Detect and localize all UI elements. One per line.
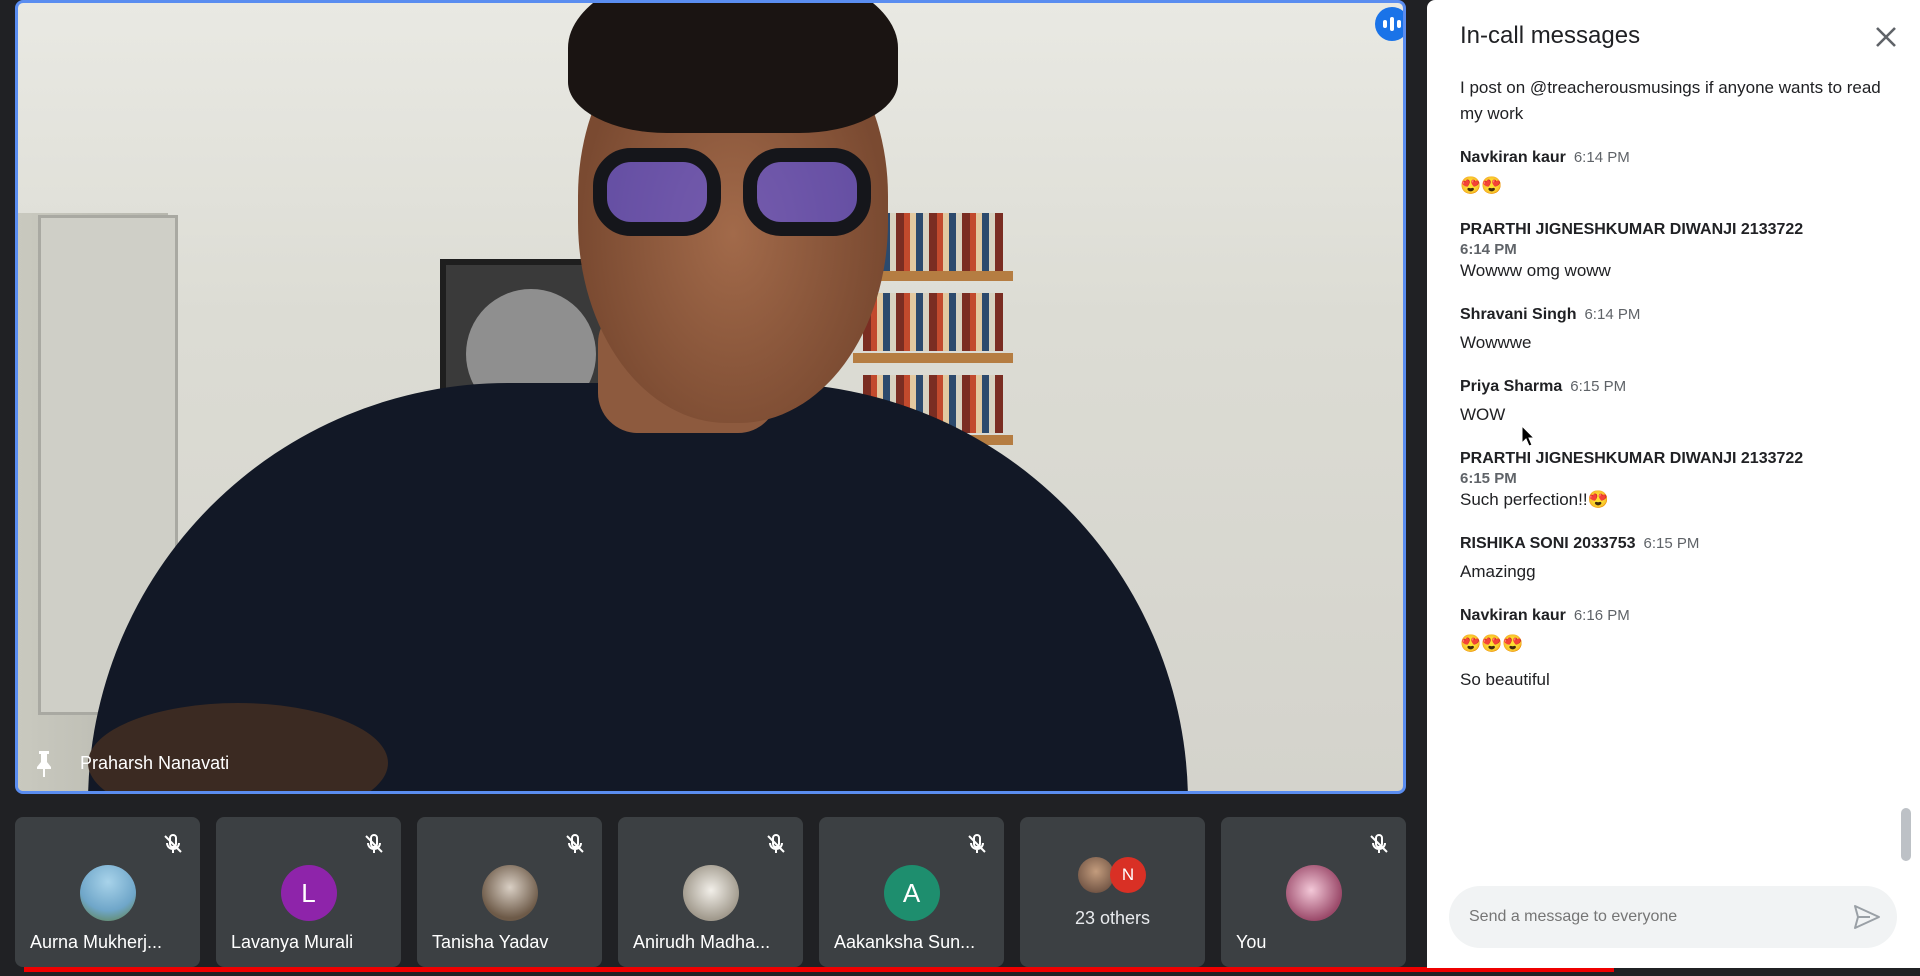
- chat-message: PRARTHI JIGNESHKUMAR DIWANJI 2133722 6:14…: [1460, 221, 1890, 284]
- mic-off-icon: [1370, 833, 1388, 853]
- message-text: I post on @treacherousmusings if anyone …: [1460, 78, 1881, 123]
- message-time: 6:15 PM: [1570, 378, 1627, 395]
- message-text: 😍😍😍: [1460, 634, 1524, 653]
- participant-tile[interactable]: Tanisha Yadav: [417, 817, 602, 967]
- others-tile[interactable]: N 23 others: [1020, 817, 1205, 967]
- avatar: [682, 865, 739, 921]
- message-sender: Priya Sharma: [1460, 378, 1563, 395]
- chat-message: PRARTHI JIGNESHKUMAR DIWANJI 2133722 6:15…: [1460, 450, 1890, 513]
- message-time: 6:15 PM: [1460, 470, 1517, 487]
- mouse-cursor-icon: [1521, 425, 1535, 447]
- message-text: 😍😍: [1460, 176, 1503, 195]
- main-speaker-name: Praharsh Nanavati: [80, 753, 230, 773]
- message-time: 6:16 PM: [1573, 607, 1630, 624]
- participant-tile[interactable]: Anirudh Madha...: [618, 817, 803, 967]
- message-time: 6:14 PM: [1573, 149, 1630, 166]
- others-avatar-stack: N: [1078, 857, 1158, 897]
- participant-tile[interactable]: Aurna Mukherj...: [15, 817, 200, 967]
- mic-off-icon: [767, 833, 785, 853]
- speaking-indicator-icon: [1375, 7, 1403, 41]
- participant-name: Aurna Mukherj...: [30, 932, 163, 952]
- avatar: [79, 865, 136, 921]
- chat-panel: In-call messages I post on @treacherousm…: [1427, 0, 1920, 968]
- chat-message: Shravani Singh 6:14 PM Wowwwe: [1460, 306, 1890, 356]
- chat-message-list: I post on @treacherousmusings if anyone …: [1460, 75, 1890, 715]
- chat-title: In-call messages: [1460, 22, 1641, 49]
- participant-name: You: [1236, 932, 1267, 952]
- participant-name: Aakanksha Sun...: [834, 932, 976, 952]
- message-text: Amazingg: [1460, 562, 1536, 581]
- main-video-tile[interactable]: Praharsh Nanavati: [15, 0, 1406, 794]
- meeting-stage: Praharsh Nanavati Aurna Mukherj... L Lav…: [0, 0, 1427, 976]
- mic-off-icon: [566, 833, 584, 853]
- avatar: A: [883, 865, 940, 921]
- mic-off-icon: [365, 833, 383, 853]
- participant-name: Tanisha Yadav: [432, 932, 549, 952]
- message-sender: Shravani Singh: [1460, 306, 1577, 323]
- message-text: Such perfection!!😍: [1460, 490, 1609, 509]
- message-sender: PRARTHI JIGNESHKUMAR DIWANJI 2133722: [1460, 221, 1804, 238]
- chat-message: Navkiran kaur 6:14 PM 😍😍: [1460, 149, 1890, 199]
- message-time: 6:14 PM: [1584, 306, 1641, 323]
- avatar: N: [1110, 857, 1146, 893]
- message-text: So beautiful: [1460, 670, 1550, 689]
- avatar: [1285, 865, 1342, 921]
- participant-name: Anirudh Madha...: [633, 932, 771, 952]
- mic-off-icon: [164, 833, 182, 853]
- message-time: 6:15 PM: [1643, 535, 1700, 552]
- message-sender: Navkiran kaur: [1460, 149, 1566, 166]
- chat-message: RISHIKA SONI 2033753 6:15 PM Amazingg: [1460, 535, 1890, 585]
- send-icon[interactable]: [1853, 904, 1881, 930]
- chat-message-input[interactable]: [1469, 900, 1829, 934]
- mic-off-icon: [968, 833, 986, 853]
- chat-message: I post on @treacherousmusings if anyone …: [1460, 75, 1890, 127]
- others-count: 23 others: [1074, 908, 1151, 928]
- video-progress-bar[interactable]: [24, 967, 1614, 972]
- message-sender: PRARTHI JIGNESHKUMAR DIWANJI 2133722: [1460, 450, 1804, 467]
- chat-scrollbar[interactable]: [1901, 808, 1911, 861]
- message-sender: Navkiran kaur: [1460, 607, 1566, 624]
- message-time: 6:14 PM: [1460, 241, 1517, 258]
- chat-compose-box: [1449, 886, 1897, 948]
- avatar: [481, 865, 538, 921]
- pin-icon[interactable]: [34, 751, 54, 777]
- close-icon[interactable]: [1873, 24, 1899, 50]
- participant-tile[interactable]: A Aakanksha Sun...: [819, 817, 1004, 967]
- participant-tile[interactable]: L Lavanya Murali: [216, 817, 401, 967]
- speaker-glasses: [593, 148, 878, 238]
- message-text: Wowww omg woww: [1460, 261, 1611, 280]
- participant-name: Lavanya Murali: [231, 932, 354, 952]
- self-tile[interactable]: You: [1221, 817, 1406, 967]
- chat-message: Priya Sharma 6:15 PM WOW: [1460, 378, 1890, 428]
- chat-message: Navkiran kaur 6:16 PM 😍😍😍 So beautiful: [1460, 607, 1890, 693]
- avatar: [1078, 857, 1114, 893]
- message-sender: RISHIKA SONI 2033753: [1460, 535, 1636, 552]
- avatar: L: [280, 865, 337, 921]
- message-text: Wowwwe: [1460, 333, 1532, 352]
